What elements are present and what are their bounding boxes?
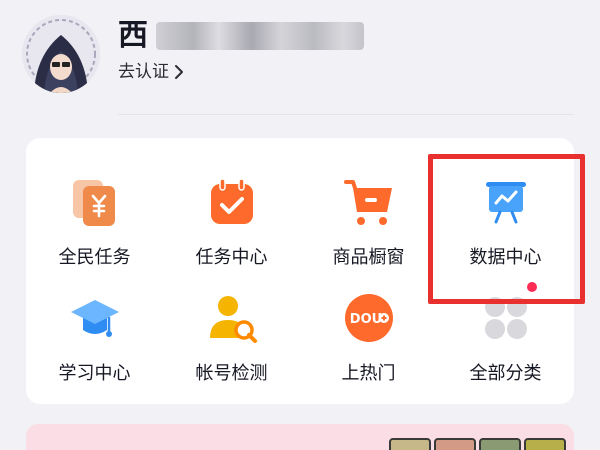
divider	[118, 114, 574, 115]
avatar-image	[22, 15, 100, 93]
grid-item-go-trending[interactable]: DOU 上热门	[300, 286, 437, 398]
user-name-redacted	[156, 22, 364, 50]
profile-header: 西 去认证	[0, 0, 600, 118]
grid-item-data-center[interactable]: 数据中心	[437, 170, 574, 282]
graduation-cap-icon	[70, 300, 119, 337]
dou-plus-icon: DOU	[344, 294, 393, 342]
chevron-right-icon	[175, 65, 183, 79]
user-name: 西	[118, 18, 364, 54]
svg-text:DOU: DOU	[349, 312, 381, 327]
banner-thumbnail	[434, 438, 476, 450]
grid-item-learning-center[interactable]: 学习中心	[26, 286, 163, 398]
banner-thumbnail	[389, 438, 431, 450]
grid-item-label: 数据中心	[469, 247, 542, 268]
shopping-cart-icon	[343, 180, 392, 225]
avatar[interactable]	[22, 15, 100, 93]
grid-item-label: 任务中心	[195, 247, 268, 268]
banner-thumbnail	[479, 438, 521, 450]
grid-item-label: 上热门	[341, 363, 396, 384]
grid-item-label: 商品橱窗	[332, 247, 405, 268]
account-search-icon	[209, 296, 257, 343]
verify-link[interactable]: 去认证	[118, 60, 185, 84]
grid-item-all-people-tasks[interactable]: 全民任务	[26, 170, 163, 282]
verify-label: 去认证	[118, 62, 169, 82]
calendar-check-icon	[210, 178, 253, 224]
user-name-first-char: 西	[118, 18, 148, 53]
notification-dot	[527, 282, 537, 292]
grid-item-all-categories[interactable]: 全部分类	[437, 286, 574, 398]
tools-panel: 全民任务 任务中心 商品橱窗 数据中心 学习中心 帐号检测 DOU 上热门 全部…	[26, 138, 574, 404]
coupon-cards-icon	[72, 180, 115, 226]
grid-item-label: 全部分类	[469, 363, 542, 384]
grid-item-label: 全民任务	[58, 247, 131, 268]
grid-item-account-check[interactable]: 帐号检测	[163, 286, 300, 398]
data-board-icon	[485, 182, 526, 224]
banner-thumbnails	[389, 438, 566, 450]
grid-item-task-center[interactable]: 任务中心	[163, 170, 300, 282]
grid-item-label: 帐号检测	[195, 363, 268, 384]
all-categories-icon	[484, 297, 527, 339]
grid-item-product-showcase[interactable]: 商品橱窗	[300, 170, 437, 282]
banner-thumbnail	[524, 438, 566, 450]
grid-item-label: 学习中心	[58, 363, 131, 384]
